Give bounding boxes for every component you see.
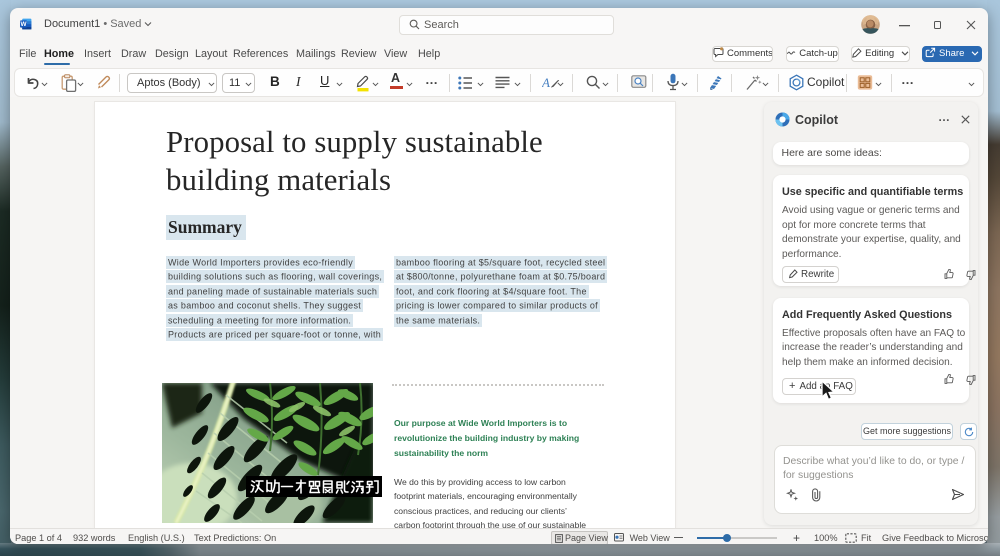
svg-text:W: W (20, 21, 27, 28)
svg-text:A: A (542, 75, 550, 90)
